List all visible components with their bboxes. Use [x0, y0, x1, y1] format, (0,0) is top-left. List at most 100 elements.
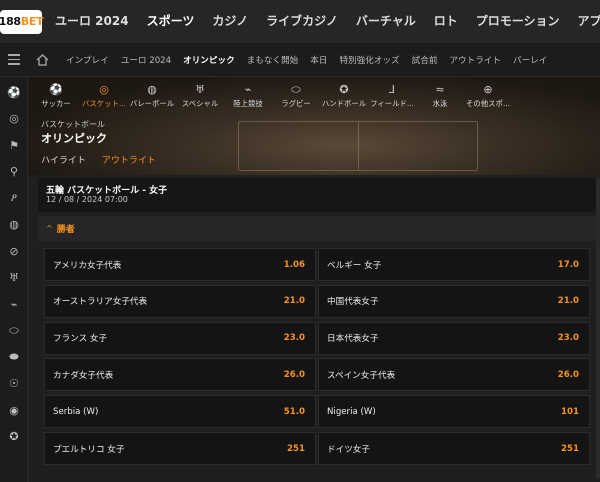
sport-tab-label: 水泳: [432, 99, 448, 108]
sport-tab-label: スペシャル: [181, 99, 219, 108]
sport-tab[interactable]: ♅ スペシャル: [176, 83, 224, 109]
odds-value: 251: [561, 443, 579, 454]
sport-tab-label: 陸上競技: [233, 99, 263, 108]
topnav-item[interactable]: スポーツ: [138, 0, 204, 43]
target-icon[interactable]: ◉: [7, 403, 21, 417]
team-name: オーストラリア女子代表: [53, 297, 148, 308]
sports-sidebar: ⚽ ◎ ⚑ ⚲ ዖ ◍ ⊘ ♅ ⌁ ⬭ ⬬ ☉ ◉ ✪: [0, 77, 28, 482]
match-datetime: 12 / 08 / 2024 07:00: [46, 195, 128, 204]
scrollbar[interactable]: [596, 178, 600, 478]
sport-tab[interactable]: ⚽ サッカー: [32, 83, 80, 109]
sneaker-icon: ⌁: [244, 83, 252, 96]
subnav-item[interactable]: アウトライト: [443, 54, 507, 66]
sports-selector: ⚽ サッカー ◎ バスケット... ◍ バレーボール ♅ スペシャル ⌁ 陸上競技 ⬭ ラグビー ✪ ハン…: [32, 83, 512, 109]
competition-banner: ⚽ サッカー ◎ バスケット... ◍ バレーボール ♅ スペシャル ⌁ 陸上競技 ⬭ ラグビー ✪ ハン…: [28, 77, 600, 175]
market-header[interactable]: ^ 勝者: [38, 216, 600, 241]
court-illustration: [238, 121, 478, 171]
pingpong-icon[interactable]: ⊘: [7, 244, 21, 258]
odds-selection[interactable]: プエルトリコ 女子 251: [44, 432, 316, 465]
odds-value: 23.0: [557, 333, 579, 344]
brand-logo[interactable]: 188 BET: [0, 0, 44, 43]
topnav-item[interactable]: プロモーション: [467, 0, 569, 43]
topnav-item[interactable]: ライブカジノ: [257, 0, 347, 43]
rugby-icon[interactable]: ⬭: [7, 324, 21, 338]
odds-selection[interactable]: アメリカ女子代表 1.06: [44, 248, 316, 281]
topnav-item[interactable]: ユーロ 2024: [46, 0, 138, 43]
sub-menu: インプレイ ユーロ 2024 オリンピック まもなく開始 本日 特別強化オッズ 試合前 アウト…: [60, 54, 553, 66]
subnav-item[interactable]: 本日: [304, 54, 333, 66]
tab-outright[interactable]: アウトライト: [102, 153, 156, 166]
team-name: アメリカ女子代表: [53, 260, 122, 271]
sport-tab[interactable]: ◍ バレーボール: [128, 83, 176, 109]
sport-tab-label: ラグビー: [281, 99, 311, 108]
odds-selection[interactable]: 中国代表女子 21.0: [318, 284, 590, 318]
sport-tab[interactable]: ⅃ フィールド...: [368, 83, 416, 109]
odds-selection[interactable]: ベルギー 女子 17.0: [318, 248, 590, 281]
subnav-item[interactable]: オリンピック: [177, 54, 241, 66]
team-name: フランス 女子: [53, 334, 108, 345]
subnav-item[interactable]: 特別強化オッズ: [333, 54, 405, 66]
sprint-icon[interactable]: ⚲: [7, 165, 21, 179]
hamburger-menu-icon[interactable]: [0, 54, 28, 65]
topnav-item[interactable]: バーチャル: [347, 0, 425, 43]
subnav-item[interactable]: 試合前: [406, 54, 444, 66]
odds-value: 21.0: [557, 296, 579, 307]
home-icon[interactable]: [28, 53, 56, 66]
swimming-icon: ≈: [435, 83, 445, 96]
sport-tab-label: サッカー: [41, 99, 71, 108]
sport-tab[interactable]: ⬭ ラグビー: [272, 83, 320, 109]
odds-value: 23.0: [283, 333, 305, 344]
sport-tab[interactable]: ✪ ハンドボール: [320, 83, 368, 109]
hockey-icon: ⅃: [388, 83, 396, 96]
logo-badge: 188 BET: [0, 9, 44, 34]
american-football-icon[interactable]: ⬬: [7, 350, 21, 364]
rugby-icon: ⬭: [291, 83, 301, 96]
main-menu: ユーロ 2024スポーツカジノライブカジノバーチャルロトプロモーションアプリ: [46, 0, 600, 43]
sport-tab-label: バスケット...: [81, 99, 126, 108]
team-name: Serbia (W): [53, 406, 99, 417]
chevron-up-icon: ^: [46, 224, 53, 233]
odds-selection[interactable]: Serbia (W) 51.0: [44, 395, 316, 429]
sport-tab[interactable]: ⊕ その他スポ...: [464, 83, 512, 109]
odds-selection[interactable]: オーストラリア女子代表 21.0: [44, 284, 316, 318]
flag-icon[interactable]: ⚑: [7, 138, 21, 152]
topnav-item[interactable]: ロト: [425, 0, 467, 43]
topnav-item[interactable]: カジノ: [203, 0, 257, 43]
subnav-item[interactable]: インプレイ: [60, 54, 115, 66]
odds-selection[interactable]: カナダ女子代表 26.0: [44, 358, 316, 392]
breadcrumb-category: バスケットボール: [41, 120, 105, 129]
market-name: 勝者: [56, 225, 75, 235]
competition-tabs: ハイライト アウトライト: [41, 153, 156, 166]
sport-tab[interactable]: ◎ バスケット...: [80, 83, 128, 109]
sport-tab-label: バレーボール: [129, 99, 175, 108]
soccer-icon[interactable]: ⚽: [7, 85, 21, 99]
odds-value: 26.0: [557, 369, 579, 380]
odds-selection[interactable]: フランス 女子 23.0: [44, 321, 316, 355]
odds-selection[interactable]: Nigeria (W) 101: [318, 395, 590, 429]
trophy-icon: ♅: [195, 83, 205, 96]
sport-tab[interactable]: ⌁ 陸上競技: [224, 83, 272, 109]
topnav-item[interactable]: アプリ: [569, 0, 600, 43]
subnav-item[interactable]: まもなく開始: [241, 54, 305, 66]
sport-tab-label: ハンドボール: [321, 99, 367, 108]
medal-icon[interactable]: ☉: [7, 377, 21, 391]
sneaker-icon[interactable]: ⌁: [7, 297, 21, 311]
running-icon[interactable]: ዖ: [7, 191, 21, 205]
odds-selection[interactable]: ドイツ女子 251: [318, 432, 590, 465]
tab-highlight[interactable]: ハイライト: [41, 153, 86, 166]
basketball-icon[interactable]: ◎: [7, 112, 21, 126]
team-name: プエルトリコ 女子: [53, 444, 125, 455]
subnav-item[interactable]: パーレイ: [507, 54, 553, 66]
trophy-icon[interactable]: ♅: [7, 271, 21, 285]
odds-selection[interactable]: スペイン女子代表 26.0: [318, 358, 590, 392]
soccer-icon: ⚽: [49, 83, 63, 96]
top-navigation-bar: 188 BET ユーロ 2024 スポーツ カジノ ライブカジノ バーチャル ロト プロモーシ…: [0, 0, 600, 43]
sport-tab-label: フィールド...: [370, 99, 414, 108]
sport-tab[interactable]: ≈ 水泳: [416, 83, 464, 109]
odds-value: 51.0: [283, 406, 305, 417]
odds-selection[interactable]: 日本代表女子 23.0: [318, 321, 590, 355]
team-name: Nigeria (W): [327, 406, 376, 417]
handball-icon[interactable]: ✪: [7, 430, 21, 444]
volleyball-icon[interactable]: ◍: [7, 218, 21, 232]
subnav-item[interactable]: ユーロ 2024: [115, 54, 177, 66]
